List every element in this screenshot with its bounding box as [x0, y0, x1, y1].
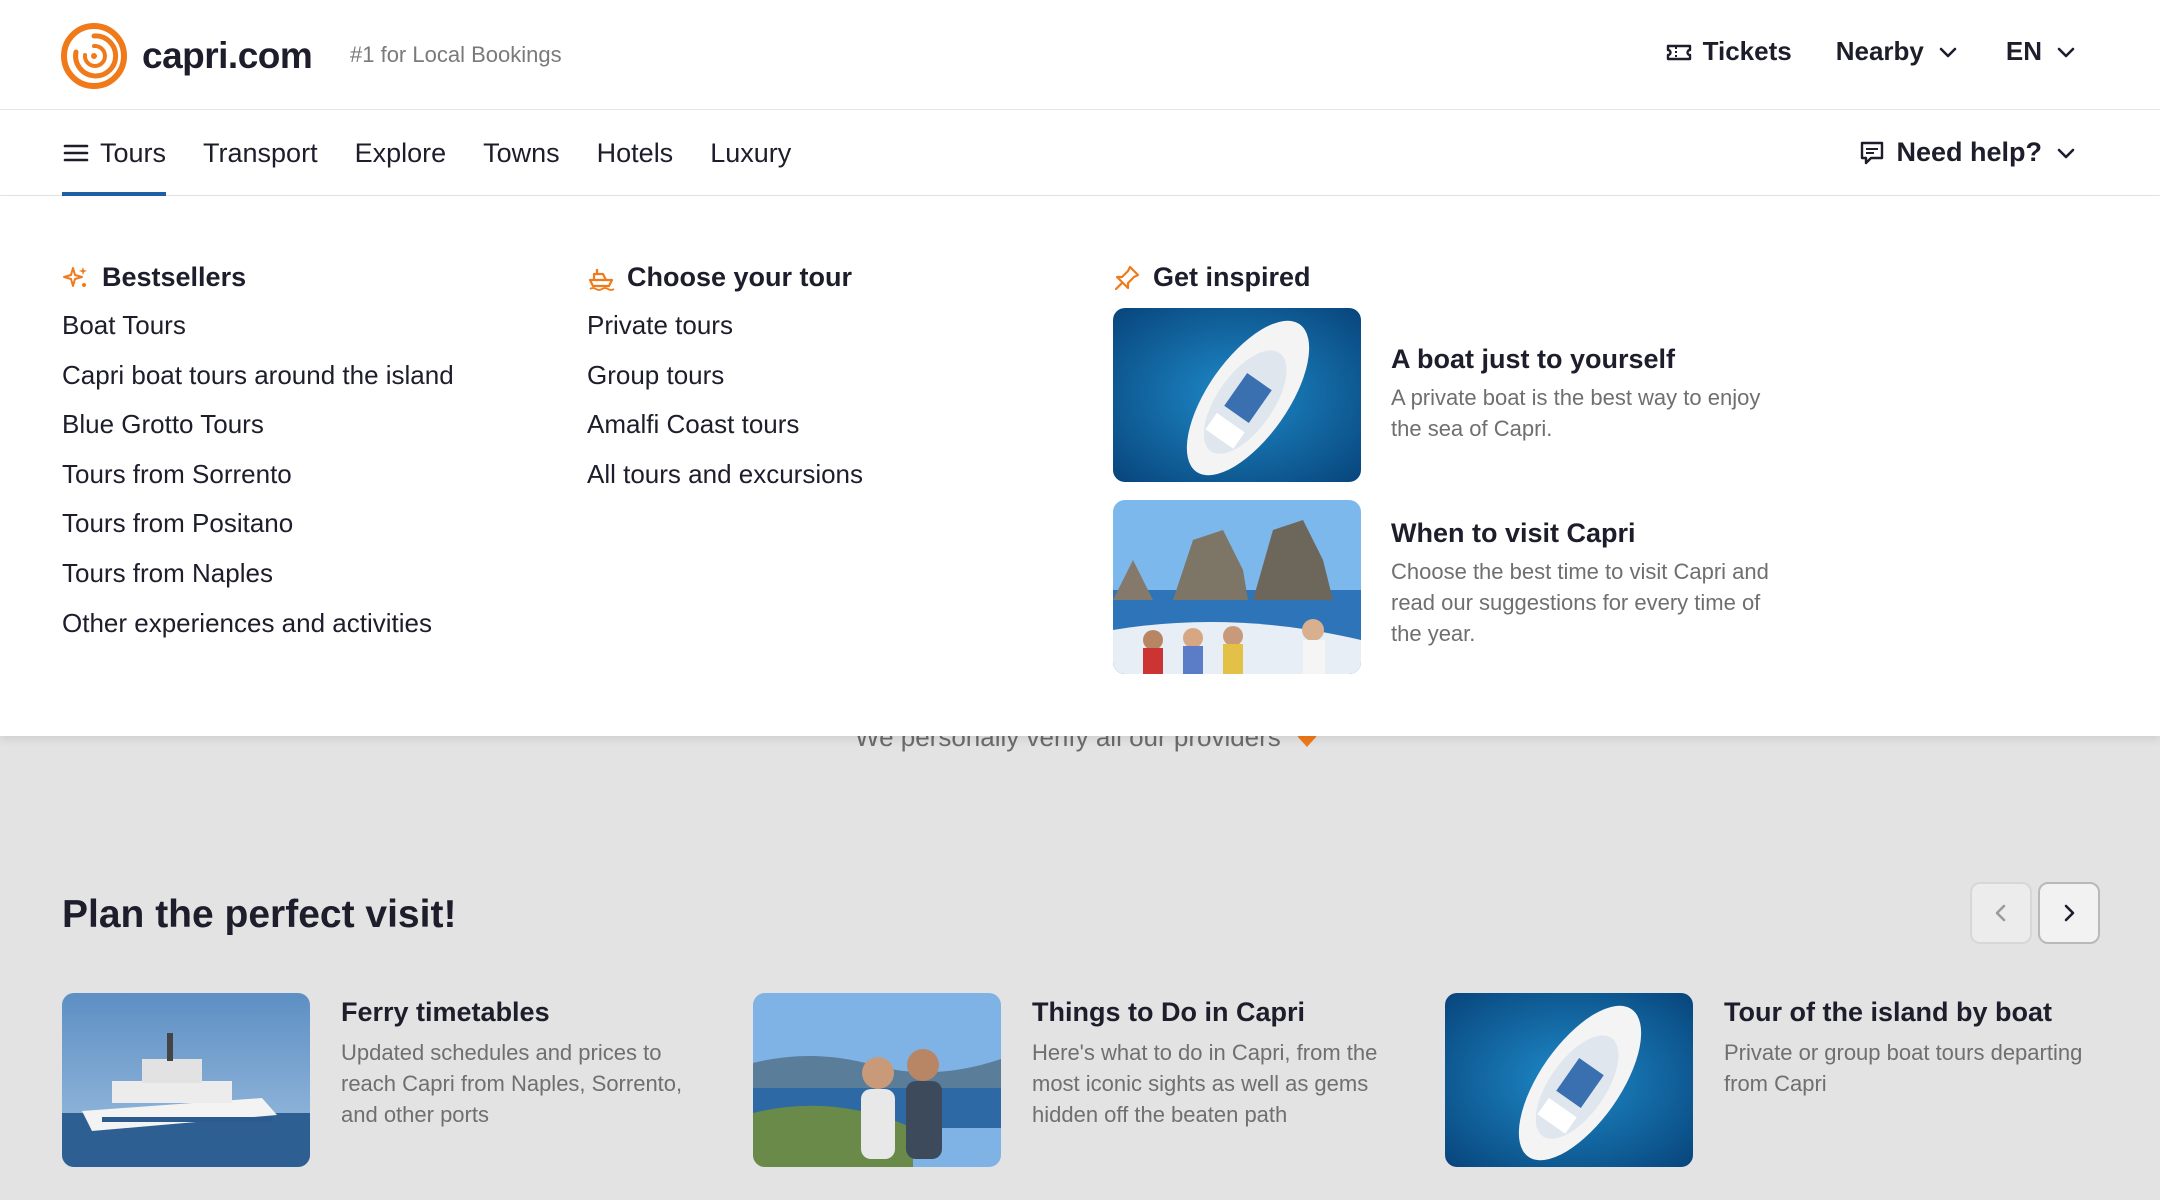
main-nav: Tours Transport Explore Towns Hotels Lux…: [0, 110, 2160, 196]
card-desc: Here's what to do in Capri, from the mos…: [1032, 1040, 1378, 1127]
chevron-down-icon: [2057, 148, 2075, 158]
card-ferry-timetables[interactable]: Ferry timetables Updated schedules and p…: [62, 993, 721, 1167]
inspired-text: When to visit Capri Choose the best time…: [1391, 500, 1771, 674]
tickets-link[interactable]: Tickets: [1665, 36, 1792, 67]
inspired-text: A boat just to yourself A private boat i…: [1391, 308, 1771, 482]
card-island-tour[interactable]: Tour of the island by boat Private or gr…: [1445, 993, 2104, 1167]
carousel-controls: [1970, 882, 2100, 944]
help-dropdown[interactable]: Need help?: [1858, 137, 2080, 168]
card-desc: Updated schedules and prices to reach Ca…: [341, 1040, 683, 1127]
couple-selfie-image: [753, 993, 1001, 1167]
next-button[interactable]: [2038, 882, 2100, 944]
chevron-down-icon: [2057, 47, 2075, 57]
logo-text: capri.com: [142, 35, 313, 76]
capri-logo-icon: [61, 23, 127, 89]
boat-aerial-image: [1445, 993, 1693, 1167]
card-things-to-do[interactable]: Things to Do in Capri Here's what to do …: [753, 993, 1412, 1167]
inspired-heading: Get inspired: [1113, 262, 1311, 293]
card-title[interactable]: Tour of the island by boat: [1724, 995, 2104, 1029]
nearby-label: Nearby: [1835, 36, 1924, 66]
nav-item-explore[interactable]: Explore: [355, 110, 447, 196]
nav-item-towns[interactable]: Towns: [483, 110, 560, 196]
tours-mega-menu: Bestsellers Boat Tours Capri boat tours …: [0, 196, 2160, 736]
chat-icon: [1861, 141, 1884, 164]
logo[interactable]: capri.com: [60, 22, 313, 90]
nav-item-tours[interactable]: Tours: [62, 110, 167, 196]
link-group-tours[interactable]: Group tours: [587, 361, 863, 389]
link-naples[interactable]: Tours from Naples: [62, 559, 454, 587]
tagline: #1 for Local Bookings: [350, 42, 562, 67]
bestsellers-column: Bestsellers Boat Tours Capri boat tours …: [62, 262, 454, 658]
link-boat-tours[interactable]: Boat Tours: [62, 311, 454, 339]
private-boat-image: [1113, 308, 1361, 482]
tickets-label: Tickets: [1702, 36, 1792, 66]
help-label: Need help?: [1896, 137, 2042, 167]
language-dropdown[interactable]: EN: [2006, 36, 2080, 67]
link-capri-boat-tours[interactable]: Capri boat tours around the island: [62, 361, 454, 389]
inspired-item-when-to-visit[interactable]: When to visit Capri Choose the best time…: [1113, 500, 1771, 674]
nav-item-transport[interactable]: Transport: [203, 110, 318, 196]
sparkles-icon: [63, 266, 87, 287]
chevron-down-icon: [1939, 47, 1957, 57]
link-sorrento[interactable]: Tours from Sorrento: [62, 460, 454, 488]
inspired-item-desc: Choose the best time to visit Capri and …: [1391, 559, 1769, 646]
card-text: Things to Do in Capri Here's what to do …: [1032, 993, 1412, 1167]
prev-button[interactable]: [1970, 882, 2032, 944]
choose-heading: Choose your tour: [587, 262, 863, 293]
section-title: Plan the perfect visit!: [62, 893, 457, 936]
link-blue-grotto[interactable]: Blue Grotto Tours: [62, 410, 454, 438]
faraglioni-image: [1113, 500, 1361, 674]
card-title[interactable]: Ferry timetables: [341, 995, 721, 1029]
site-header: capri.com #1 for Local Bookings Tickets …: [0, 0, 2160, 110]
boat-icon: [588, 268, 615, 291]
link-other-experiences[interactable]: Other experiences and activities: [62, 609, 454, 637]
inspired-column: Get inspired: [1113, 262, 1311, 311]
inspired-item-private-boat[interactable]: A boat just to yourself A private boat i…: [1113, 308, 1771, 482]
menu-icon: [63, 144, 89, 162]
inspired-item-title: When to visit Capri: [1391, 518, 1636, 548]
nav-item-luxury[interactable]: Luxury: [710, 110, 791, 196]
card-title[interactable]: Things to Do in Capri: [1032, 995, 1412, 1029]
inspired-title: Get inspired: [1153, 262, 1311, 292]
choose-title: Choose your tour: [627, 262, 853, 292]
inspired-item-desc: A private boat is the best way to enjoy …: [1391, 385, 1761, 441]
link-private-tours[interactable]: Private tours: [587, 311, 863, 339]
link-amalfi-coast[interactable]: Amalfi Coast tours: [587, 410, 863, 438]
choose-column: Choose your tour Private tours Group tou…: [587, 262, 863, 509]
inspired-item-title: A boat just to yourself: [1391, 344, 1676, 374]
header-actions: Tickets Nearby EN: [1665, 36, 2080, 67]
nearby-dropdown[interactable]: Nearby: [1836, 36, 1962, 67]
ticket-icon: [1666, 44, 1691, 60]
pin-icon: [1114, 265, 1140, 290]
card-text: Ferry timetables Updated schedules and p…: [341, 993, 721, 1167]
link-positano[interactable]: Tours from Positano: [62, 509, 454, 537]
bestsellers-heading: Bestsellers: [62, 262, 454, 293]
ferry-image: [62, 993, 310, 1167]
nav-item-hotels[interactable]: Hotels: [597, 110, 674, 196]
bestsellers-title: Bestsellers: [102, 262, 247, 292]
chevron-left-icon: [1995, 904, 2006, 922]
nav-items: Tours Transport Explore Towns Hotels Lux…: [62, 110, 791, 196]
nav-item-label: Tours: [100, 137, 167, 168]
link-all-tours[interactable]: All tours and excursions: [587, 460, 863, 488]
card-desc: Private or group boat tours departing fr…: [1724, 1040, 2083, 1096]
language-label: EN: [2005, 36, 2042, 66]
chevron-right-icon: [2064, 904, 2075, 922]
card-text: Tour of the island by boat Private or gr…: [1724, 993, 2104, 1167]
